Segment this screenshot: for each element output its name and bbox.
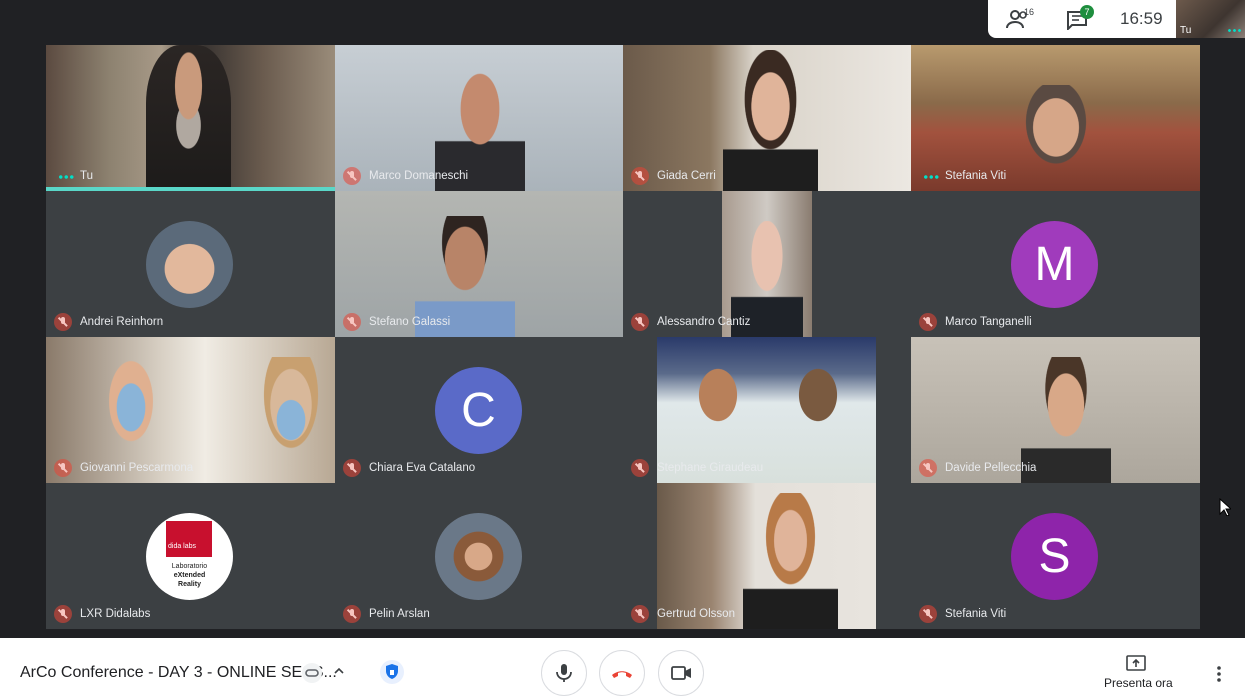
participant-tile[interactable]: Stephane Giraudeau xyxy=(623,337,912,483)
present-screen-icon[interactable] xyxy=(1126,655,1146,671)
participants-count: 16 xyxy=(1024,7,1035,17)
participant-figure xyxy=(246,357,335,483)
end-call-button[interactable] xyxy=(599,650,645,696)
mouse-cursor-icon xyxy=(1219,498,1231,516)
speaking-dots-icon xyxy=(1227,29,1241,32)
participant-tile[interactable]: Tu xyxy=(46,45,335,191)
attachment-icon[interactable] xyxy=(302,663,322,683)
mic-off-icon xyxy=(54,459,72,477)
participant-tile[interactable]: Davide Pellecchia xyxy=(911,337,1200,483)
participant-name: Chiara Eva Catalano xyxy=(369,462,476,474)
participant-name: Stefania Viti xyxy=(945,608,1007,620)
mic-off-icon xyxy=(631,313,649,331)
mic-off-icon xyxy=(343,313,361,331)
participant-tile[interactable]: Alessandro Cantiz xyxy=(623,191,912,337)
logo-text: Laboratorio xyxy=(171,563,208,570)
participant-tile[interactable]: Giada Cerri xyxy=(623,45,912,191)
participant-figure xyxy=(743,493,838,629)
self-view-thumbnail[interactable]: Tu xyxy=(1176,0,1245,38)
participant-name: Stefania Viti xyxy=(945,170,1007,182)
participant-tile[interactable]: Gertrud Olsson xyxy=(623,483,912,629)
mic-off-icon xyxy=(919,313,937,331)
video-camera-icon xyxy=(671,666,691,680)
chevron-up-icon[interactable] xyxy=(334,668,344,674)
speaking-dots-icon xyxy=(923,175,939,179)
top-info-panel: 16 7 16:59 xyxy=(988,0,1176,38)
participant-figure xyxy=(146,45,231,191)
chat-badge: 7 xyxy=(1080,5,1094,19)
logo-text: eXtended xyxy=(173,572,206,579)
hang-up-icon xyxy=(612,671,632,678)
mic-off-icon xyxy=(919,459,937,477)
mic-off-icon xyxy=(631,605,649,623)
mic-off-icon xyxy=(631,459,649,477)
participant-tile[interactable]: Marco Domaneschi xyxy=(335,45,624,191)
participant-name: Marco Tanganelli xyxy=(945,316,1032,328)
participant-figure xyxy=(683,347,753,427)
participant-tile[interactable]: C Chiara Eva Catalano xyxy=(335,337,624,483)
participant-avatar-letter: M xyxy=(1011,221,1098,308)
participant-figure xyxy=(723,50,818,191)
participant-tile[interactable]: Pelin Arslan xyxy=(335,483,624,629)
microphone-icon xyxy=(556,664,572,682)
logo-text: Reality xyxy=(178,581,201,588)
mic-off-icon xyxy=(343,167,361,185)
participant-tile[interactable]: Andrei Reinhorn xyxy=(46,191,335,337)
participant-name: Gertrud Olsson xyxy=(657,608,735,620)
mic-off-icon xyxy=(631,167,649,185)
participant-name: Alessandro Cantiz xyxy=(657,316,751,328)
participant-name: Giovanni Pescarmona xyxy=(80,462,194,474)
participant-avatar xyxy=(146,221,233,308)
participant-tile[interactable]: dida labs Laboratorio eXtended Reality L… xyxy=(46,483,335,629)
participant-name: Andrei Reinhorn xyxy=(80,316,164,328)
participant-name: Giada Cerri xyxy=(657,170,716,182)
participant-name: Marco Domaneschi xyxy=(369,170,469,182)
participant-avatar-letter: C xyxy=(435,367,522,454)
participant-tile[interactable]: Giovanni Pescarmona xyxy=(46,337,335,483)
meeting-title[interactable]: ArCo Conference - DAY 3 - ONLINE SESS... xyxy=(20,664,337,682)
self-view-label: Tu xyxy=(1180,25,1192,36)
participant-name: Pelin Arslan xyxy=(369,608,430,620)
mic-off-icon xyxy=(343,605,361,623)
mic-off-icon xyxy=(343,459,361,477)
participant-tile[interactable]: Stefania Viti xyxy=(911,45,1200,191)
mic-off-icon xyxy=(919,605,937,623)
clock: 16:59 xyxy=(1120,9,1163,28)
participant-name: Stefano Galassi xyxy=(369,316,451,328)
participant-avatar-letter: S xyxy=(1011,513,1098,600)
participant-tile[interactable]: M Marco Tanganelli xyxy=(911,191,1200,337)
speaking-dots-icon xyxy=(58,175,74,179)
participant-name: LXR Didalabs xyxy=(80,608,151,620)
bottom-toolbar: ArCo Conference - DAY 3 - ONLINE SESS...… xyxy=(0,638,1245,700)
participant-figure xyxy=(783,347,853,427)
participant-name: Davide Pellecchia xyxy=(945,462,1037,474)
participant-avatar xyxy=(435,513,522,600)
didalabs-logo xyxy=(166,521,212,557)
participant-tile[interactable]: Stefano Galassi xyxy=(335,191,624,337)
more-options-icon[interactable] xyxy=(1217,666,1221,682)
mic-off-icon xyxy=(54,605,72,623)
logo-text: dida labs xyxy=(168,543,197,550)
participant-avatar-logo: dida labs Laboratorio eXtended Reality xyxy=(146,513,233,600)
present-now-label[interactable]: Presenta ora xyxy=(1104,676,1173,690)
security-shield-icon[interactable] xyxy=(380,660,404,684)
participant-name: Tu xyxy=(80,170,93,182)
mic-off-icon xyxy=(54,313,72,331)
participant-name: Stephane Giraudeau xyxy=(657,462,764,474)
camera-button[interactable] xyxy=(658,650,704,696)
participant-figure xyxy=(1006,85,1106,191)
participant-tile[interactable]: S Stefania Viti xyxy=(911,483,1200,629)
microphone-button[interactable] xyxy=(541,650,587,696)
